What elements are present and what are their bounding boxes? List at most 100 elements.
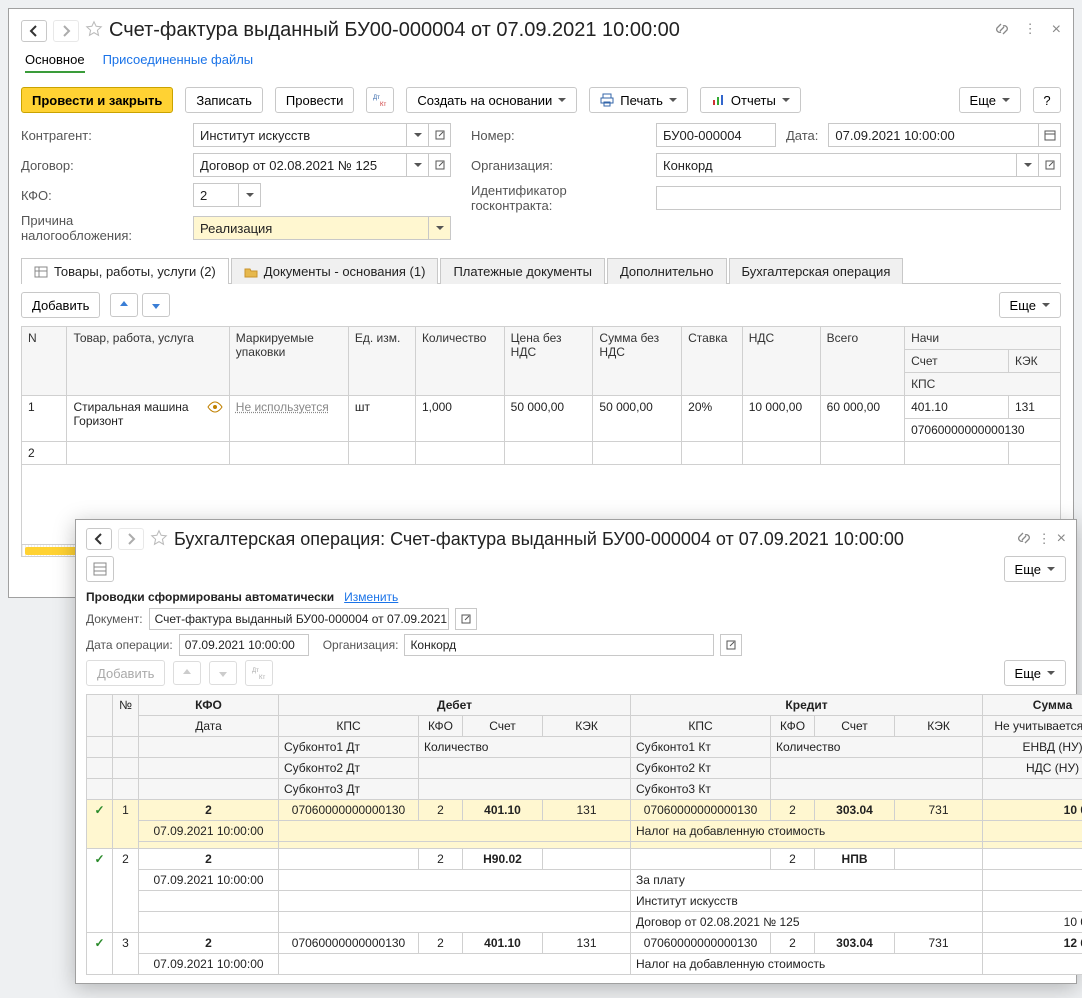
tab-docs[interactable]: Документы - основания (1): [231, 258, 439, 284]
nav-forward-button[interactable]: [53, 20, 79, 42]
close-icon[interactable]: ×: [1052, 21, 1061, 40]
date-input[interactable]: 07.09.2021 10:00:00: [828, 123, 1039, 147]
link-icon[interactable]: [994, 21, 1010, 40]
dt-kt-small-button: ДтКт: [245, 660, 273, 686]
govid-label: Идентификатор госконтракта:: [471, 183, 646, 213]
eye-icon[interactable]: [207, 400, 223, 417]
post-button[interactable]: Провести: [275, 87, 355, 113]
table-row[interactable]: 1 Стиральная машина Горизонт Не использу…: [22, 396, 1061, 419]
cell-kek: 131: [1008, 396, 1060, 419]
tax-reason-input[interactable]: Реализация: [193, 216, 429, 240]
govid-input[interactable]: [656, 186, 1061, 210]
move-up-button[interactable]: [110, 293, 138, 317]
dropdown-button[interactable]: [1017, 153, 1039, 177]
chevron-down-icon: [1042, 303, 1050, 311]
window-title: Счет-фактура выданный БУ00-000004 от 07.…: [109, 19, 988, 42]
tab-goods[interactable]: Товары, работы, услуги (2): [21, 258, 229, 284]
dt-kt-button[interactable]: ДтКт: [366, 87, 394, 113]
dropdown-button[interactable]: [239, 183, 261, 207]
auto-info: Проводки сформированы автоматически Изме…: [86, 590, 1066, 604]
open-button[interactable]: [455, 608, 477, 630]
kebab-icon[interactable]: ⋮: [1038, 531, 1051, 547]
main-window: Счет-фактура выданный БУ00-000004 от 07.…: [8, 8, 1074, 598]
subnav-attached[interactable]: Присоединенные файлы: [103, 52, 254, 73]
table-row[interactable]: 2: [22, 442, 1061, 465]
posting-row[interactable]: ✓ 2 2 2 Н90.02 2 НПВ: [87, 849, 1082, 870]
col-marking: Маркируемые упаковки: [229, 327, 348, 396]
print-button[interactable]: Печать: [589, 87, 688, 113]
close-icon[interactable]: ×: [1057, 530, 1066, 548]
cell-rate: 20%: [682, 396, 743, 442]
title-tools: ⋮ ×: [994, 21, 1061, 40]
more-button[interactable]: Еще: [959, 87, 1021, 113]
more-label: Еще: [970, 93, 996, 108]
cell-qty: 1,000: [415, 396, 504, 442]
sub-more-button[interactable]: Еще: [1004, 556, 1066, 582]
help-button[interactable]: ?: [1033, 87, 1061, 113]
number-label: Номер:: [471, 128, 646, 143]
move-up-button: [173, 661, 201, 685]
tab-extra[interactable]: Дополнительно: [607, 258, 727, 284]
reports-button[interactable]: Отчеты: [700, 87, 801, 113]
add-row-button[interactable]: Добавить: [21, 292, 100, 318]
opdate-input[interactable]: 07.09.2021 10:00:00: [179, 634, 309, 656]
open-button[interactable]: [429, 153, 451, 177]
sub-org-label: Организация:: [323, 638, 399, 652]
dropdown-button[interactable]: [407, 123, 429, 147]
reports-label: Отчеты: [731, 93, 776, 108]
doc-label: Документ:: [86, 612, 143, 626]
col-debit: Дебет: [279, 695, 631, 716]
open-button[interactable]: [1039, 153, 1061, 177]
col-credit: Кредит: [631, 695, 983, 716]
kfo-input[interactable]: 2: [193, 183, 239, 207]
open-button[interactable]: [429, 123, 451, 147]
col-qty: Количество: [415, 327, 504, 396]
chevron-down-icon: [558, 98, 566, 106]
move-down-button[interactable]: [142, 293, 170, 317]
tab-acct[interactable]: Бухгалтерская операция: [729, 258, 904, 284]
tab-payments[interactable]: Платежные документы: [440, 258, 604, 284]
posting-row[interactable]: ✓ 1 2 07060000000000130 2 401.10 131 070…: [87, 800, 1082, 821]
nav-forward-button[interactable]: [118, 528, 144, 550]
subnav-main[interactable]: Основное: [25, 52, 85, 73]
calendar-button[interactable]: [1039, 123, 1061, 147]
change-link[interactable]: Изменить: [344, 590, 398, 604]
cell-total: 60 000,00: [820, 396, 904, 442]
contract-input[interactable]: Договор от 02.08.2021 № 125: [193, 153, 407, 177]
nav-back-button[interactable]: [21, 20, 47, 42]
doc-input[interactable]: Счет-фактура выданный БУ00-000004 от 07.…: [149, 608, 449, 630]
col-sum: Сумма: [983, 695, 1082, 716]
link-icon[interactable]: [1016, 530, 1032, 549]
date-label: Дата:: [786, 128, 818, 143]
postings-table[interactable]: № КФО Дебет Кредит Сумма Дата КПС КФО Сч…: [86, 694, 1082, 975]
kfo-label: КФО:: [21, 188, 183, 203]
sub-more2-button[interactable]: Еще: [1004, 660, 1066, 686]
kebab-icon[interactable]: ⋮: [1024, 21, 1038, 40]
favorite-icon[interactable]: [150, 529, 168, 550]
chevron-down-icon: [1002, 98, 1010, 106]
col-account: Счет: [905, 350, 1009, 373]
counterparty-input[interactable]: Институт искусств: [193, 123, 407, 147]
org-input[interactable]: Конкорд: [656, 153, 1017, 177]
post-and-close-button[interactable]: Провести и закрыть: [21, 87, 173, 113]
col-sum: Сумма без НДС: [593, 327, 682, 396]
cell-marking[interactable]: Не используется: [236, 400, 329, 414]
form-grid: Контрагент: Институт искусств Договор: Д…: [21, 123, 1061, 249]
svg-text:Дт: Дт: [373, 95, 380, 101]
print-label: Печать: [620, 93, 663, 108]
grid-more-button[interactable]: Еще: [999, 292, 1061, 318]
create-based-button[interactable]: Создать на основании: [406, 87, 577, 113]
nav-back-button[interactable]: [86, 528, 112, 550]
dropdown-button[interactable]: [407, 153, 429, 177]
cell-sum: 50 000,00: [593, 396, 682, 442]
goods-table[interactable]: N Товар, работа, услуга Маркируемые упак…: [21, 326, 1061, 545]
chevron-down-icon: [669, 98, 677, 106]
posting-row[interactable]: ✓ 3 2 07060000000000130 2 401.10 131 070…: [87, 933, 1082, 954]
sub-org-input[interactable]: Конкорд: [404, 634, 714, 656]
save-button[interactable]: Записать: [185, 87, 263, 113]
grid-view-button[interactable]: [86, 556, 114, 582]
dropdown-button[interactable]: [429, 216, 451, 240]
favorite-icon[interactable]: [85, 20, 103, 41]
open-button[interactable]: [720, 634, 742, 656]
number-input[interactable]: БУ00-000004: [656, 123, 776, 147]
